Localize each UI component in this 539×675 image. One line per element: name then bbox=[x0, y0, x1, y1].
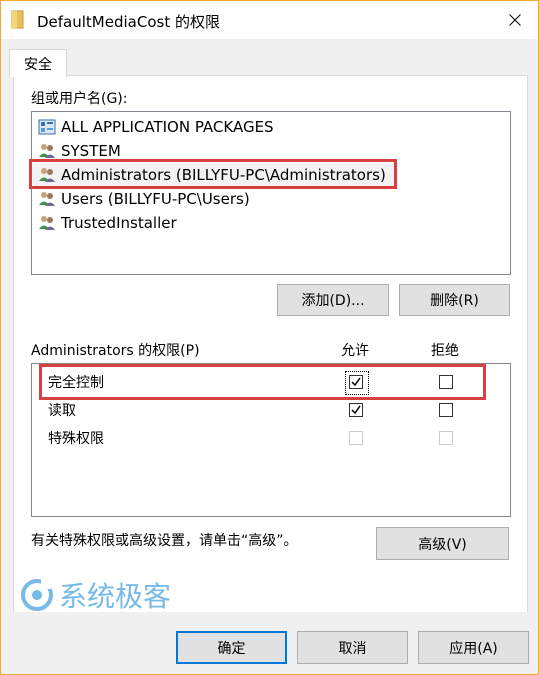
title-bar[interactable]: DefaultMediaCost 的权限 bbox=[1, 1, 538, 39]
permissions-list: 完全控制 读取 特殊权限 bbox=[31, 363, 511, 517]
users-icon bbox=[38, 166, 56, 184]
check-icon bbox=[351, 405, 361, 415]
list-item[interactable]: ALL APPLICATION PACKAGES bbox=[38, 115, 274, 139]
close-button[interactable] bbox=[492, 1, 538, 39]
allow-full-control-checkbox[interactable] bbox=[349, 375, 363, 389]
groups-label: 组或用户名(G): bbox=[31, 91, 128, 107]
permission-row: 读取 bbox=[48, 398, 76, 422]
permissions-dialog: DefaultMediaCost 的权限 安全 组或用户名(G): ALL AP… bbox=[0, 0, 539, 675]
folder-icon bbox=[11, 10, 25, 29]
advanced-button-label: 高级(V) bbox=[418, 536, 467, 553]
window-title: DefaultMediaCost 的权限 bbox=[37, 13, 220, 31]
groups-listbox[interactable]: ALL APPLICATION PACKAGES SYSTEM Administ… bbox=[31, 111, 511, 275]
app-packages-icon bbox=[38, 118, 56, 136]
allow-special-checkbox bbox=[349, 431, 363, 445]
check-icon bbox=[351, 377, 361, 387]
watermark-text: 系统极客 bbox=[59, 580, 172, 613]
ok-button[interactable]: 确定 bbox=[176, 631, 287, 664]
permission-name: 特殊权限 bbox=[48, 431, 104, 447]
apply-button-label: 应用(A) bbox=[449, 640, 498, 657]
list-item-selected[interactable]: Administrators (BILLYFU-PC\Administrator… bbox=[33, 163, 398, 187]
deny-read-checkbox[interactable] bbox=[439, 403, 453, 417]
advanced-button[interactable]: 高级(V) bbox=[376, 527, 509, 560]
users-icon bbox=[38, 190, 56, 208]
cancel-button-label: 取消 bbox=[338, 640, 367, 657]
list-item-label: TrustedInstaller bbox=[61, 214, 177, 232]
list-item-label: Users (BILLYFU-PC\Users) bbox=[61, 190, 250, 208]
tab-label: 安全 bbox=[24, 56, 52, 73]
deny-special-checkbox bbox=[439, 431, 453, 445]
ok-button-label: 确定 bbox=[217, 640, 246, 657]
list-item[interactable]: Users (BILLYFU-PC\Users) bbox=[38, 187, 250, 211]
add-button-label: 添加(D)... bbox=[301, 293, 365, 309]
tab-strip: 安全 bbox=[1, 39, 538, 77]
list-item-label: SYSTEM bbox=[61, 142, 121, 160]
list-item[interactable]: TrustedInstaller bbox=[38, 211, 177, 235]
deny-header: 拒绝 bbox=[431, 343, 459, 359]
add-button[interactable]: 添加(D)... bbox=[277, 284, 389, 316]
permission-row: 完全控制 bbox=[48, 370, 104, 394]
allow-read-checkbox[interactable] bbox=[349, 403, 363, 417]
watermark: 系统极客 bbox=[19, 577, 171, 613]
list-item[interactable]: SYSTEM bbox=[38, 139, 121, 163]
watermark-logo-icon bbox=[21, 579, 53, 611]
apply-button[interactable]: 应用(A) bbox=[418, 631, 529, 664]
cancel-button[interactable]: 取消 bbox=[297, 631, 408, 664]
users-icon bbox=[38, 214, 56, 232]
permissions-label: Administrators 的权限(P) bbox=[31, 343, 200, 359]
advanced-info-text: 有关特殊权限或高级设置，请单击“高级”。 bbox=[31, 533, 298, 549]
remove-button[interactable]: 删除(R) bbox=[399, 284, 510, 316]
permission-name: 读取 bbox=[48, 403, 76, 419]
remove-button-label: 删除(R) bbox=[430, 293, 479, 309]
permission-row: 特殊权限 bbox=[48, 426, 104, 450]
deny-full-control-checkbox[interactable] bbox=[439, 375, 453, 389]
permission-name: 完全控制 bbox=[48, 375, 104, 391]
close-icon bbox=[509, 14, 521, 26]
list-item-label: ALL APPLICATION PACKAGES bbox=[61, 118, 274, 136]
allow-header: 允许 bbox=[341, 343, 369, 359]
list-item-label: Administrators (BILLYFU-PC\Administrator… bbox=[61, 166, 386, 184]
users-icon bbox=[38, 142, 56, 160]
tab-security[interactable]: 安全 bbox=[9, 49, 67, 77]
